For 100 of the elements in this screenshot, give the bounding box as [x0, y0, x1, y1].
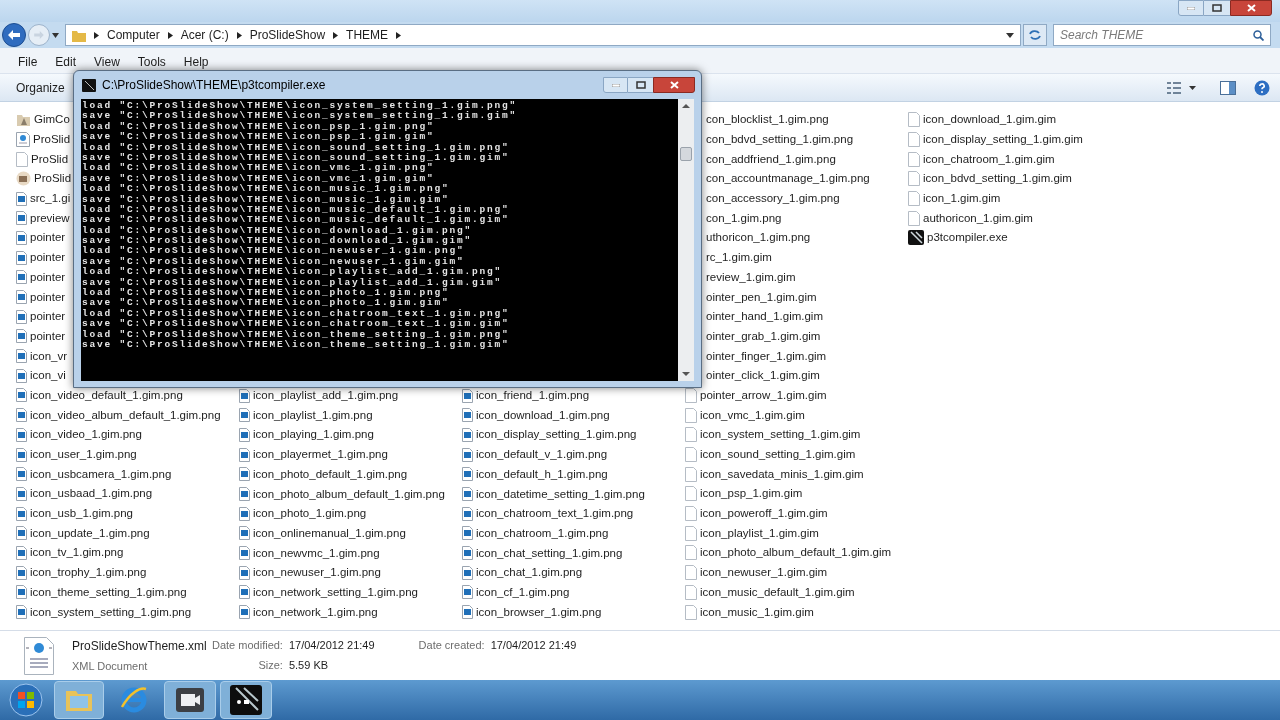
file-name[interactable]: icon_playlist_1.gim.png	[253, 407, 373, 423]
file-name[interactable]: ProSlid	[31, 151, 69, 167]
scrollbar[interactable]	[678, 99, 694, 381]
file-name[interactable]: con_accountmanage_1.gim.png	[706, 171, 870, 187]
file-name[interactable]: icon_chatroom_1.gim.png	[476, 525, 609, 541]
file-name[interactable]: icon_usb_1.gim.png	[30, 506, 133, 522]
file-name[interactable]: src_1.gi	[30, 191, 71, 207]
file-name[interactable]: con_1.gim.png	[706, 210, 782, 226]
file-name[interactable]: icon_music_1.gim.gim	[700, 604, 814, 620]
breadcrumb-item[interactable]: ProSlideShow	[249, 26, 326, 44]
file-name[interactable]: con_blocklist_1.gim.png	[706, 112, 829, 128]
file-name[interactable]: icon_video_1.gim.png	[30, 427, 142, 443]
file-name[interactable]: pointer	[30, 328, 66, 344]
file-name[interactable]: icon_chatroom_text_1.gim.png	[476, 506, 634, 522]
menu-item[interactable]: View	[86, 53, 128, 71]
file-name[interactable]: icon_default_h_1.gim.png	[476, 466, 608, 482]
close-button[interactable]	[1230, 0, 1272, 16]
file-name[interactable]: icon_playing_1.gim.png	[253, 427, 374, 443]
file-name[interactable]: rc_1.gim.gim	[706, 250, 772, 266]
breadcrumb-item[interactable]: THEME	[346, 26, 389, 44]
file-name[interactable]: icon_datetime_setting_1.gim.png	[476, 486, 645, 502]
file-name[interactable]: icon_theme_setting_1.gim.png	[30, 584, 187, 600]
close-button[interactable]	[653, 77, 695, 93]
file-name[interactable]: review_1.gim.gim	[706, 269, 796, 285]
file-name[interactable]: icon_download_1.gim.png	[476, 407, 610, 423]
file-name[interactable]: icon_chat_1.gim.png	[476, 565, 583, 581]
file-name[interactable]: con_accessory_1.gim.png	[706, 191, 840, 207]
file-name[interactable]: con_bdvd_setting_1.gim.png	[706, 132, 854, 148]
file-name[interactable]: icon_newuser_1.gim.gim	[700, 565, 828, 581]
file-name[interactable]: ointer_finger_1.gim.gim	[706, 348, 827, 364]
search-field[interactable]: Search THEME	[1053, 24, 1271, 46]
file-name[interactable]: icon_display_setting_1.gim.gim	[923, 132, 1083, 148]
file-name[interactable]: icon_download_1.gim.gim	[923, 112, 1056, 128]
file-name[interactable]: icon_system_setting_1.gim.gim	[700, 427, 861, 443]
refresh-button[interactable]	[1023, 24, 1047, 46]
file-name[interactable]: pointer	[30, 230, 66, 246]
file-name[interactable]: pointer	[30, 309, 66, 325]
file-name[interactable]: icon_newuser_1.gim.png	[253, 565, 381, 581]
menu-item[interactable]: File	[10, 53, 46, 71]
file-name[interactable]: ointer_grab_1.gim.gim	[706, 328, 821, 344]
file-name[interactable]: icon_photo_default_1.gim.png	[253, 466, 408, 482]
breadcrumb-item[interactable]: Acer (C:)	[180, 26, 229, 44]
file-name[interactable]: icon_photo_album_default_1.gim.gim	[700, 545, 892, 561]
file-name[interactable]: icon_music_default_1.gim.gim	[700, 584, 855, 600]
file-name[interactable]: icon_video_album_default_1.gim.png	[30, 407, 221, 423]
file-name[interactable]: icon_cf_1.gim.png	[476, 584, 570, 600]
menu-item[interactable]: Help	[175, 53, 217, 71]
file-name[interactable]: icon_update_1.gim.png	[30, 525, 150, 541]
file-name[interactable]: icon_1.gim.gim	[923, 191, 1001, 207]
file-name[interactable]: icon_playlist_1.gim.gim	[700, 525, 819, 541]
file-name[interactable]: authoricon_1.gim.gim	[923, 210, 1033, 226]
breadcrumb-item[interactable]: Computer	[107, 26, 160, 44]
file-name[interactable]: pointer_arrow_1.gim.gim	[700, 387, 827, 403]
file-name[interactable]: pointer	[30, 250, 66, 266]
file-name[interactable]: icon_chatroom_1.gim.gim	[923, 151, 1055, 167]
file-name[interactable]: icon_savedata_minis_1.gim.gim	[700, 466, 864, 482]
file-name[interactable]: icon_browser_1.gim.png	[476, 604, 602, 620]
file-name[interactable]: icon_psp_1.gim.gim	[700, 486, 803, 502]
file-name[interactable]: icon_chat_setting_1.gim.png	[476, 545, 623, 561]
file-name[interactable]: icon_user_1.gim.png	[30, 447, 137, 463]
file-name[interactable]: icon_playermet_1.gim.png	[253, 447, 388, 463]
taskbar-button[interactable]	[164, 681, 216, 719]
file-name[interactable]: ointer_hand_1.gim.gim	[706, 309, 823, 325]
back-button[interactable]	[2, 23, 26, 47]
file-name[interactable]: icon_photo_album_default_1.gim.png	[253, 486, 445, 502]
address-field[interactable]: Computer Acer (C:) ProSlideShow THEME	[65, 24, 1021, 46]
file-name[interactable]: icon_newvmc_1.gim.png	[253, 545, 380, 561]
maximize-button[interactable]	[1204, 0, 1230, 16]
file-name[interactable]: GimCo	[34, 112, 70, 128]
file-name[interactable]: ProSlid	[34, 171, 72, 187]
file-name[interactable]: pointer	[30, 289, 66, 305]
file-name[interactable]: ProSlid	[33, 132, 71, 148]
file-name[interactable]: icon_video_default_1.gim.png	[30, 387, 183, 403]
file-name[interactable]: ointer_click_1.gim.gim	[706, 368, 820, 384]
file-name[interactable]: p3tcompiler.exe	[927, 230, 1008, 246]
scrollbar-thumb[interactable]	[680, 147, 692, 161]
file-name[interactable]: icon_system_setting_1.gim.png	[30, 604, 192, 620]
menu-item[interactable]: Tools	[129, 53, 174, 71]
file-name[interactable]: icon_vi	[30, 368, 66, 384]
organize-button[interactable]: Organize	[10, 78, 71, 97]
file-name[interactable]: con_addfriend_1.gim.png	[706, 151, 836, 167]
file-name[interactable]: icon_usbcamera_1.gim.png	[30, 466, 172, 482]
search-input[interactable]: Search THEME	[1060, 26, 1253, 44]
file-name[interactable]: icon_network_1.gim.png	[253, 604, 378, 620]
file-name[interactable]: icon_poweroff_1.gim.gim	[700, 506, 828, 522]
file-name[interactable]: icon_sound_setting_1.gim.gim	[700, 447, 856, 463]
file-name[interactable]: preview	[30, 210, 70, 226]
file-name[interactable]: ointer_pen_1.gim.gim	[706, 289, 817, 305]
file-name[interactable]: icon_onlinemanual_1.gim.png	[253, 525, 406, 541]
file-name[interactable]: icon_vmc_1.gim.gim	[700, 407, 805, 423]
file-name[interactable]: icon_network_setting_1.gim.png	[253, 584, 418, 600]
file-name[interactable]: uthoricon_1.gim.png	[706, 230, 811, 246]
file-name[interactable]: icon_friend_1.gim.png	[476, 388, 590, 404]
file-name[interactable]: icon_vr	[30, 348, 68, 364]
file-name[interactable]: icon_photo_1.gim.png	[253, 506, 367, 522]
taskbar-button[interactable]	[220, 681, 272, 719]
file-name[interactable]: icon_playlist_add_1.gim.png	[253, 388, 399, 404]
file-name[interactable]: icon_default_v_1.gim.png	[476, 447, 608, 463]
file-name[interactable]: pointer	[30, 269, 66, 285]
file-name[interactable]: icon_tv_1.gim.png	[30, 545, 124, 561]
